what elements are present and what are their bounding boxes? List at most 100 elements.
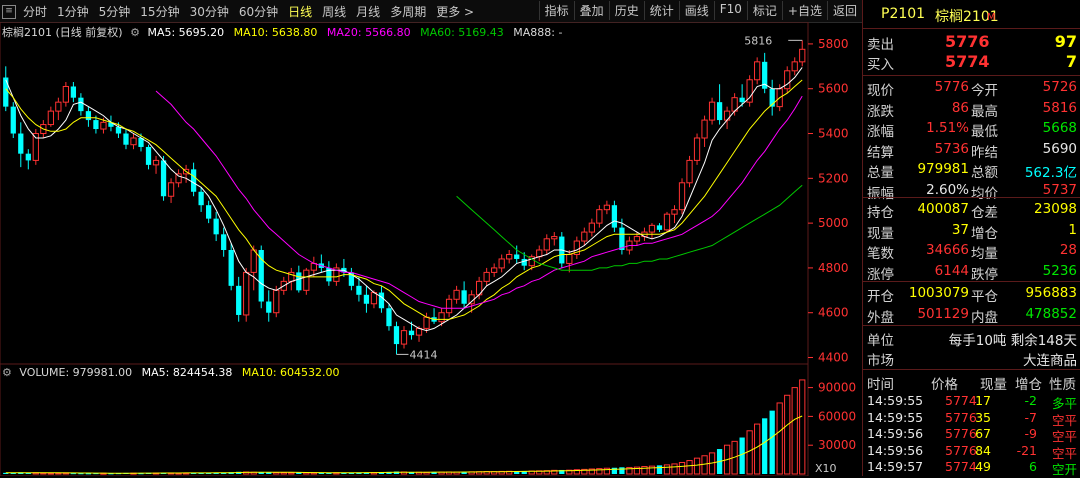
tool-button[interactable]: +自选 — [781, 1, 827, 20]
field-value: 23098 — [1034, 201, 1077, 217]
quote-row: 外盘 501129 内盘 478852 — [863, 305, 1080, 326]
period-tab[interactable]: 月线 — [351, 3, 385, 20]
tool-buttons: 指标 叠加 历史 统计 画线 F10 标记 +自选 返回 — [538, 1, 862, 20]
tick-qty: 84 — [975, 442, 991, 458]
candle-body — [633, 236, 641, 242]
candle-body — [145, 146, 152, 165]
candle-body — [708, 101, 716, 121]
tick-qty: 17 — [975, 393, 991, 408]
market-row: 市场 大连商品 — [863, 348, 1080, 369]
instrument-code: P2101 — [881, 6, 926, 22]
candle-body — [363, 294, 370, 304]
candle-body — [386, 308, 392, 327]
unit-value: 每手10吨 剩余148天 — [948, 333, 1077, 349]
volume-ma5-legend: MA5: 824454.38 — [141, 366, 233, 379]
period-tab[interactable]: 60分钟 — [234, 3, 283, 20]
field-value: 478852 — [1025, 305, 1077, 322]
candle-body — [671, 209, 678, 215]
period-tab[interactable]: 15分钟 — [135, 3, 184, 20]
candle-body — [453, 289, 460, 300]
divider — [863, 325, 1080, 326]
tick-qty: 67 — [975, 426, 991, 441]
candle-body — [498, 258, 505, 269]
sell-label: 卖出 — [867, 37, 894, 53]
period-tab[interactable]: 分时 — [18, 3, 52, 20]
quote-row: 结算 5736 昨结 5690 — [863, 140, 1080, 161]
volume-tick-label: 90000 — [818, 381, 856, 395]
field-label: 总额 — [971, 165, 998, 181]
divider — [863, 281, 1080, 282]
tool-button[interactable]: 指标 — [538, 1, 574, 20]
field-label: 涨幅 — [867, 124, 894, 140]
quote-row: 涨跌 86 最高 5816 — [863, 99, 1080, 120]
field-label: 涨跌 — [867, 103, 894, 120]
field-value: 5736 — [934, 140, 969, 157]
candlestick-plot[interactable]: 5800 5600 5400 5200 5000 4800 4600 4400 5816 4414… — [0, 22, 862, 476]
candle-body — [78, 97, 84, 112]
volume-bar — [776, 402, 783, 475]
ticks-header: 时间 价格 现量 增仓 性质 — [863, 372, 1080, 393]
candle-body — [198, 191, 204, 206]
field-label: 最高 — [971, 103, 998, 120]
buy-row[interactable]: 买入 5774 7 — [863, 52, 1080, 73]
candle-body — [678, 182, 686, 211]
price-tick-label: 5000 — [818, 216, 849, 230]
quote-row: 涨幅 1.51% 最低 5668 — [863, 119, 1080, 140]
candle-body — [566, 253, 573, 264]
tool-button[interactable]: 统计 — [643, 1, 679, 20]
field-label: 平仓 — [971, 289, 998, 305]
candle-body — [160, 160, 167, 197]
tick-row: 14:59:57 5774 49 6 空开 — [863, 458, 1080, 478]
price-tick-label: 4800 — [818, 261, 849, 275]
volume-bar — [648, 465, 656, 475]
tool-button[interactable]: 返回 — [826, 1, 862, 20]
volume-bar — [693, 457, 701, 475]
field-value: 86 — [951, 99, 969, 116]
candle-body — [152, 159, 160, 166]
volume-bar — [678, 461, 686, 475]
tool-button[interactable]: 画线 — [678, 1, 714, 20]
period-tab[interactable]: 多周期 — [385, 3, 431, 20]
candle-body — [603, 204, 611, 211]
tool-button[interactable]: F10 — [713, 1, 747, 20]
tick-time: 14:59:56 — [867, 426, 924, 441]
candle-body — [551, 236, 558, 240]
candle-body — [378, 292, 385, 309]
menu-icon[interactable]: ≡ — [2, 4, 16, 19]
tick-price: 5774 — [945, 393, 977, 408]
divider — [863, 369, 1080, 370]
period-tab[interactable]: 5分钟 — [94, 3, 136, 20]
field-label: 内盘 — [971, 309, 998, 326]
period-tab[interactable]: 周线 — [317, 3, 351, 20]
sell-qty: 97 — [1054, 32, 1077, 51]
candle-body — [701, 119, 708, 139]
price-tick-label: 5600 — [818, 82, 849, 96]
candle-body — [506, 253, 513, 260]
candle-body — [514, 254, 520, 259]
volume-bar — [280, 472, 287, 475]
tick-price: 5776 — [945, 409, 977, 425]
volume-bar — [288, 472, 295, 475]
candle-body — [799, 48, 806, 63]
tick-oi: -9 — [1024, 426, 1037, 441]
period-tab[interactable]: 日线 — [283, 3, 317, 20]
volume-bar — [739, 437, 745, 474]
period-tab[interactable]: 1分钟 — [52, 3, 94, 20]
tool-button[interactable]: 历史 — [608, 1, 644, 20]
sell-row[interactable]: 卖出 5776 97 — [863, 32, 1080, 53]
settings-icon[interactable]: ⚙ — [2, 366, 12, 379]
tool-button[interactable]: 标记 — [746, 1, 782, 20]
candle-body — [93, 120, 99, 130]
col-qty: 现量 — [980, 377, 1007, 393]
volume-bar — [754, 423, 761, 475]
period-tab[interactable]: 更多 > — [431, 3, 479, 20]
candle-body — [491, 267, 498, 273]
period-tab[interactable]: 30分钟 — [185, 3, 234, 20]
tool-button[interactable]: 叠加 — [573, 1, 609, 20]
field-value: 37 — [951, 221, 969, 238]
candle-body — [85, 111, 92, 121]
price-tick-label: 4600 — [818, 306, 849, 320]
volume-bar — [784, 394, 791, 475]
tick-time: 14:59:55 — [867, 393, 924, 408]
candle-body — [445, 298, 453, 314]
